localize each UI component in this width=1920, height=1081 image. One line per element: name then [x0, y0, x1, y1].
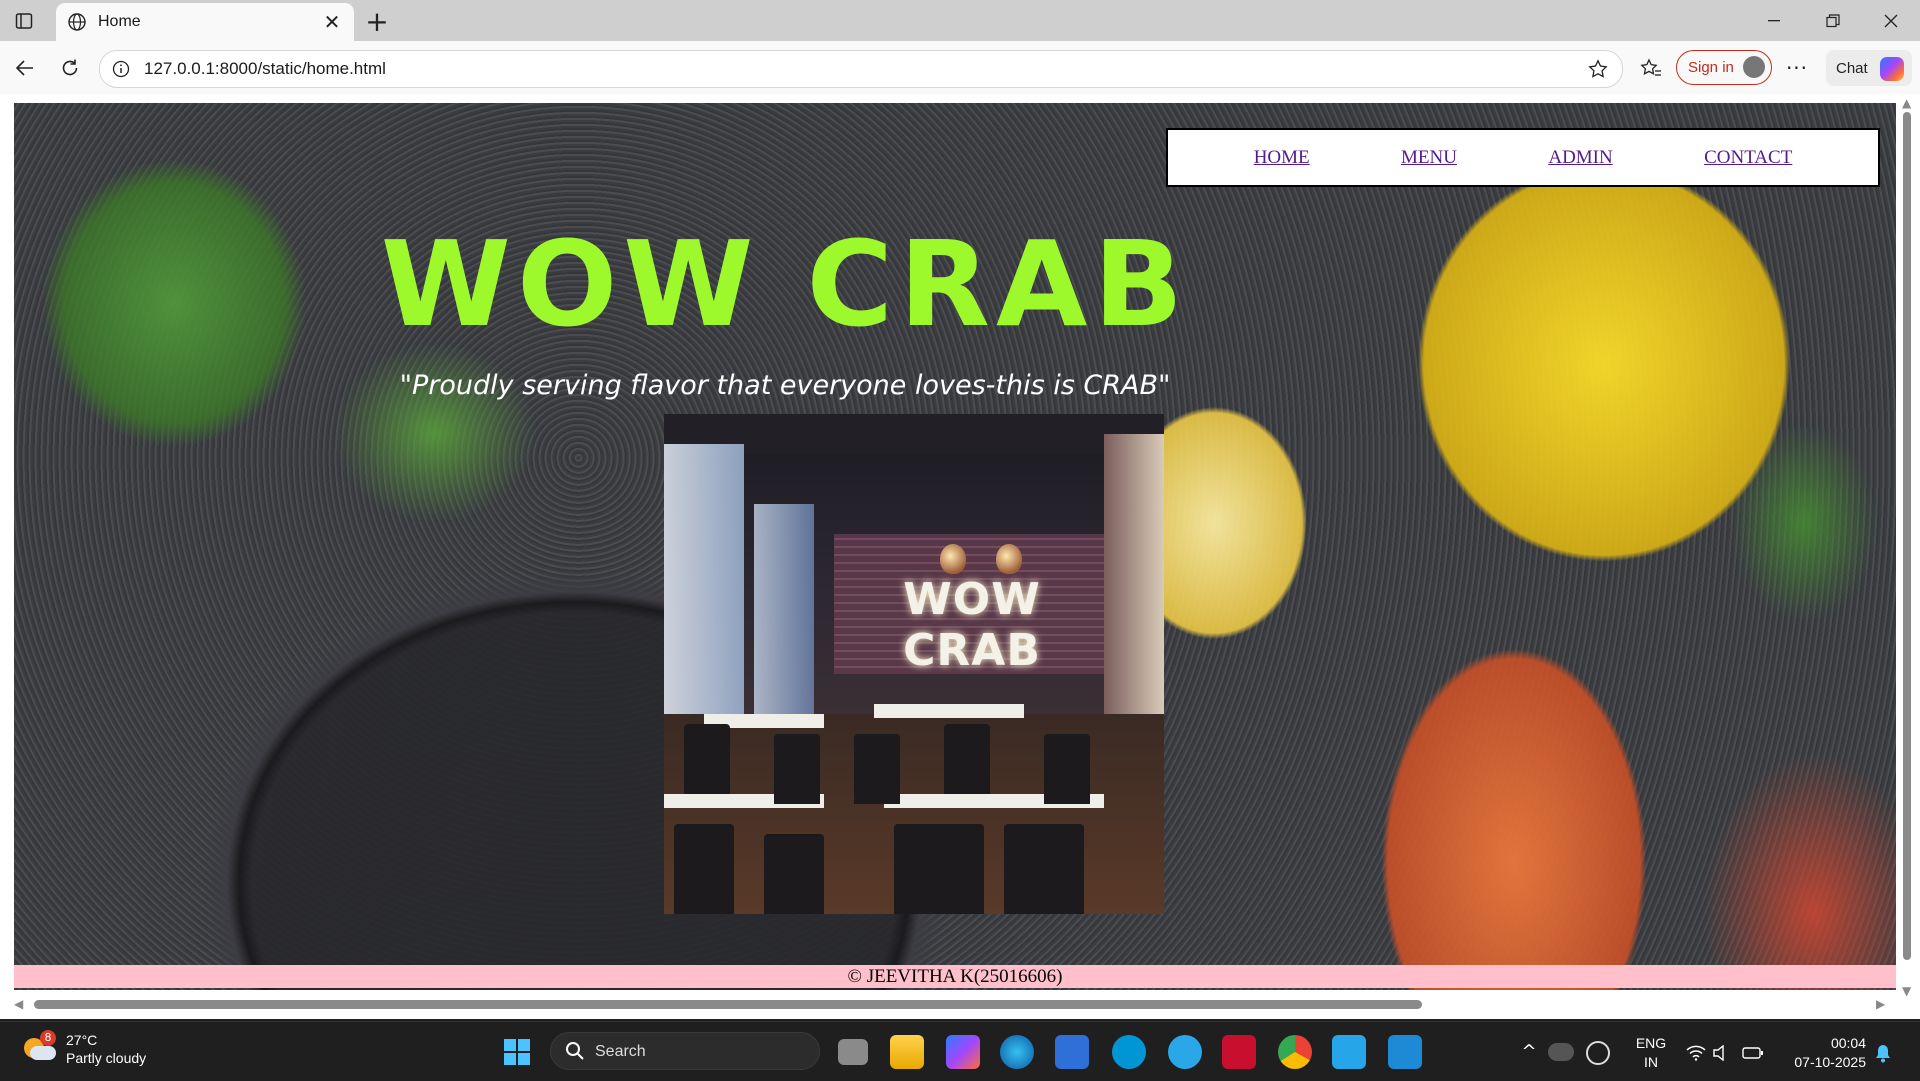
onedrive-icon[interactable]: [1548, 1043, 1574, 1061]
profile-avatar-icon: [1743, 56, 1765, 78]
taskbar-search[interactable]: Search: [550, 1032, 820, 1070]
weather-desc: Partly cloudy: [66, 1050, 147, 1066]
scroll-left-icon[interactable]: ◀: [14, 997, 23, 1011]
photo-chair: [764, 834, 824, 914]
edge-browser-icon[interactable]: [1000, 1035, 1034, 1069]
refresh-icon[interactable]: [55, 53, 85, 83]
photo-chair: [944, 724, 990, 794]
tagline: "Proudly serving flavor that everyone lo…: [399, 370, 1171, 401]
tab-bar: Home ✕ +: [0, 0, 1920, 41]
photo-chair: [1004, 824, 1084, 914]
close-window-icon[interactable]: [1862, 0, 1920, 41]
close-tab-icon[interactable]: ✕: [318, 8, 346, 36]
weather-widget[interactable]: 8 27°C Partly cloudy: [24, 1030, 147, 1067]
back-icon[interactable]: [10, 53, 40, 83]
minimize-icon[interactable]: [1745, 0, 1803, 41]
sign-in-button[interactable]: Sign in: [1676, 50, 1772, 85]
photo-lamp: [940, 544, 966, 574]
system-clock[interactable]: 00:04 07-10-2025: [1780, 1034, 1866, 1072]
scroll-up-icon[interactable]: ▲: [1902, 96, 1911, 110]
photo-chair: [894, 824, 984, 914]
chrome-browser-icon[interactable]: [1278, 1035, 1312, 1069]
nav-link-home[interactable]: HOME: [1254, 147, 1310, 169]
show-hidden-icons-icon[interactable]: ^: [1512, 1035, 1546, 1069]
chat-label: Chat: [1836, 59, 1868, 77]
notepad-icon[interactable]: [1332, 1035, 1366, 1069]
horizontal-scrollbar[interactable]: ◀ ▶: [14, 997, 1896, 1011]
clock-date: 07-10-2025: [1794, 1054, 1866, 1070]
restore-icon[interactable]: [1804, 0, 1862, 41]
battery-icon[interactable]: [1742, 1035, 1776, 1069]
taskbar: 8 27°C Partly cloudy Search ^ ENG IN 00:…: [0, 1021, 1920, 1081]
horizontal-scroll-thumb[interactable]: [34, 1000, 1422, 1009]
photo-chair: [854, 734, 900, 804]
weather-icon: 8: [24, 1030, 58, 1064]
weather-badge: 8: [40, 1030, 56, 1046]
photo-lamp: [996, 544, 1022, 574]
site-info-icon[interactable]: [110, 58, 132, 80]
windows-start-icon[interactable]: [500, 1035, 534, 1069]
scroll-right-icon[interactable]: ▶: [1876, 997, 1885, 1011]
weather-temp: 27°C: [66, 1032, 98, 1048]
page-footer: © JEEVITHA K(25016606): [14, 965, 1896, 988]
page-title: WOW CRAB: [380, 215, 1190, 353]
nav-link-menu[interactable]: MENU: [1401, 147, 1457, 169]
language-code: ENG: [1635, 1035, 1667, 1051]
vertical-scrollbar[interactable]: ▲ ▼: [1902, 96, 1912, 998]
search-icon: [566, 1042, 584, 1060]
task-view-icon[interactable]: [838, 1039, 868, 1065]
mcafee-icon[interactable]: [1222, 1035, 1256, 1069]
photo-neon-sign: WOW CRAB: [903, 574, 1041, 676]
more-options-icon[interactable]: ···: [1782, 53, 1812, 83]
address-bar[interactable]: 127.0.0.1:8000/static/home.html: [99, 50, 1623, 88]
sidebar-toggle-icon[interactable]: [12, 9, 36, 33]
clock-time: 00:04: [1830, 1035, 1866, 1051]
restaurant-photo: WOW CRAB: [664, 414, 1164, 914]
browser-toolbar: 127.0.0.1:8000/static/home.html Sign in …: [0, 41, 1920, 94]
favorites-icon[interactable]: [1636, 53, 1666, 83]
sign-in-label: Sign in: [1688, 59, 1734, 76]
nav-link-contact[interactable]: CONTACT: [1704, 147, 1792, 169]
browser-viewport: HOME MENU ADMIN CONTACT WOW CRAB "Proudl…: [0, 94, 1920, 1019]
photo-wall: [1104, 434, 1164, 754]
sync-icon[interactable]: [1586, 1041, 1610, 1065]
browser-tab[interactable]: Home ✕: [56, 3, 354, 41]
new-tab-button[interactable]: +: [362, 5, 392, 38]
favorite-star-icon[interactable]: [1586, 57, 1610, 81]
main-nav: HOME MENU ADMIN CONTACT: [1166, 128, 1880, 187]
photo-table: [874, 704, 1024, 718]
file-explorer-icon[interactable]: [890, 1035, 924, 1069]
microsoft-store-icon[interactable]: [1055, 1035, 1089, 1069]
photo-chair: [1044, 734, 1090, 804]
page-background: HOME MENU ADMIN CONTACT WOW CRAB "Proudl…: [14, 103, 1896, 990]
volume-icon[interactable]: [1712, 1035, 1746, 1069]
notification-bell-icon[interactable]: [1874, 1035, 1908, 1069]
photo-chair: [674, 824, 734, 914]
language-indicator[interactable]: ENG IN: [1634, 1034, 1668, 1072]
vertical-scroll-thumb[interactable]: [1903, 112, 1911, 960]
hp-app-icon[interactable]: [1112, 1035, 1146, 1069]
globe-icon: [66, 11, 88, 33]
photo-window: [754, 504, 814, 724]
copilot-app-icon[interactable]: [946, 1035, 980, 1069]
tab-title: Home: [98, 13, 141, 30]
photo-window: [664, 444, 744, 724]
region-code: IN: [1644, 1054, 1658, 1070]
search-label: Search: [595, 1043, 646, 1060]
url-text[interactable]: 127.0.0.1:8000/static/home.html: [144, 59, 386, 79]
photo-chair: [774, 734, 820, 804]
nav-link-admin[interactable]: ADMIN: [1548, 147, 1612, 169]
photo-chair: [684, 724, 730, 794]
support-assistant-icon[interactable]: [1168, 1035, 1202, 1069]
copilot-chat-button[interactable]: Chat: [1826, 50, 1912, 86]
vscode-icon[interactable]: [1388, 1035, 1422, 1069]
copilot-icon: [1880, 57, 1904, 81]
scroll-down-icon[interactable]: ▼: [1902, 984, 1911, 998]
